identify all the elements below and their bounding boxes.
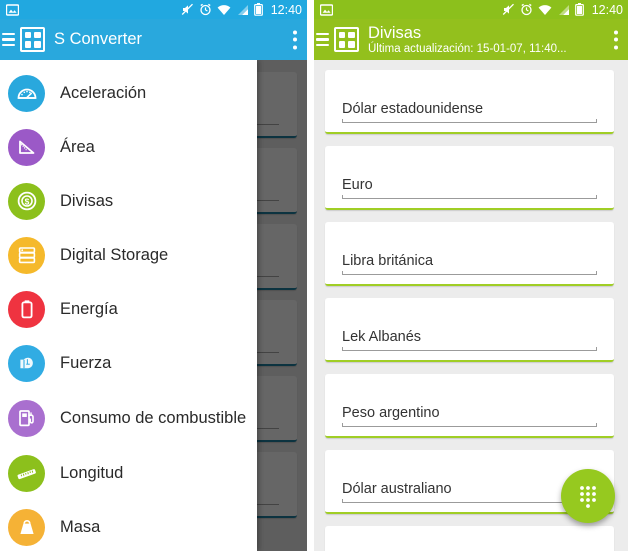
sidebar-item-fuerza[interactable]: Fuerza bbox=[0, 336, 257, 390]
drawer-item-list: Aceleración Área $ Divisas Digital Stora… bbox=[0, 60, 257, 551]
sidebar-item-energia[interactable]: Energía bbox=[0, 282, 257, 336]
sidebar-item-divisas[interactable]: $ Divisas bbox=[0, 174, 257, 228]
left-status-bar: 12:40 bbox=[0, 0, 307, 19]
hamburger-icon[interactable] bbox=[2, 32, 15, 47]
currency-input-wrap[interactable]: Euro bbox=[342, 176, 597, 199]
fuel-pump-icon bbox=[8, 399, 45, 437]
sidebar-item-digital-storage[interactable]: Digital Storage bbox=[0, 228, 257, 282]
alarm-icon bbox=[199, 3, 212, 16]
screenshot-stage: 12:40 S Converter Aceleración Área $ Div… bbox=[0, 0, 628, 551]
sidebar-item-longitud[interactable]: Longitud bbox=[0, 446, 257, 500]
input-underline bbox=[342, 195, 597, 199]
currency-name: Libra británica bbox=[342, 253, 434, 269]
input-underline bbox=[342, 499, 597, 503]
sidebar-item-label: Divisas bbox=[60, 192, 114, 210]
battery-energy-icon bbox=[8, 290, 45, 328]
speedometer-icon bbox=[8, 74, 45, 112]
wifi-icon bbox=[538, 4, 552, 16]
svg-text:$: $ bbox=[24, 197, 29, 207]
left-app-bar: S Converter bbox=[0, 19, 307, 60]
fist-force-icon bbox=[8, 344, 45, 382]
currency-list: Dólar estadounidense Euro Libra británic… bbox=[314, 60, 628, 551]
sidebar-item-label: Longitud bbox=[60, 464, 124, 482]
currency-input-wrap[interactable]: Peso argentino bbox=[342, 404, 597, 427]
right-phone-screen: 12:40 Divisas Última actualización: 15-0… bbox=[314, 0, 628, 551]
hamburger-icon[interactable] bbox=[316, 32, 329, 47]
weight-mass-icon bbox=[8, 508, 45, 546]
right-status-bar: 12:40 bbox=[314, 0, 628, 19]
sidebar-item-masa[interactable]: Masa bbox=[0, 500, 257, 551]
storage-disc-icon bbox=[8, 236, 45, 274]
mute-icon bbox=[502, 3, 515, 16]
keypad-icon bbox=[576, 483, 600, 509]
currency-card[interactable]: Dólar estadounidense bbox=[325, 70, 614, 134]
currency-card[interactable]: Lek Albanés bbox=[325, 298, 614, 362]
battery-icon bbox=[253, 3, 263, 16]
dollar-coin-icon: $ bbox=[8, 182, 45, 220]
grid-logo-icon bbox=[20, 27, 45, 52]
currency-name: Lek Albanés bbox=[342, 329, 422, 345]
left-app-bar-titles: S Converter bbox=[54, 30, 142, 49]
currency-input-wrap[interactable]: Lek Albanés bbox=[342, 328, 597, 351]
last-update-subtitle: Última actualización: 15-01-07, 11:40... bbox=[368, 42, 567, 55]
sidebar-item-label: Digital Storage bbox=[60, 246, 169, 264]
overflow-menu-icon[interactable] bbox=[614, 30, 618, 49]
sidebar-item-label: Energía bbox=[60, 300, 118, 318]
left-status-icons: 12:40 bbox=[181, 3, 302, 17]
page-title: S Converter bbox=[54, 30, 143, 48]
left-status-clock: 12:40 bbox=[270, 2, 302, 17]
currency-name: Dólar australiano bbox=[342, 481, 452, 497]
input-underline bbox=[342, 119, 597, 123]
currency-input-wrap[interactable]: Dólar australiano bbox=[342, 480, 597, 503]
currency-card[interactable]: Peso argentino bbox=[325, 374, 614, 438]
alarm-icon bbox=[520, 3, 533, 16]
signal-icon bbox=[236, 4, 249, 16]
ruler-icon bbox=[8, 454, 45, 492]
page-title: Divisas bbox=[368, 23, 422, 42]
signal-icon bbox=[557, 4, 570, 16]
triangle-area-icon bbox=[8, 128, 45, 166]
image-icon bbox=[319, 3, 334, 16]
currency-name: Euro bbox=[342, 177, 373, 193]
navigation-drawer: Aceleración Área $ Divisas Digital Stora… bbox=[0, 60, 257, 551]
left-content-area: Aceleración Área $ Divisas Digital Stora… bbox=[0, 60, 307, 551]
battery-icon bbox=[574, 3, 584, 16]
right-app-bar: Divisas Última actualización: 15-01-07, … bbox=[314, 19, 628, 60]
currency-card[interactable] bbox=[325, 526, 614, 551]
sidebar-item-label: Masa bbox=[60, 518, 101, 536]
right-status-clock: 12:40 bbox=[591, 2, 623, 17]
input-underline bbox=[342, 423, 597, 427]
grid-logo-icon bbox=[334, 27, 359, 52]
right-status-icons: 12:40 bbox=[502, 3, 623, 17]
keypad-fab-button[interactable] bbox=[561, 469, 615, 523]
currency-input-wrap[interactable]: Libra británica bbox=[342, 252, 597, 275]
left-phone-screen: 12:40 S Converter Aceleración Área $ Div… bbox=[0, 0, 307, 551]
sidebar-item-label: Fuerza bbox=[60, 354, 112, 372]
wifi-icon bbox=[217, 4, 231, 16]
input-underline bbox=[342, 347, 597, 351]
input-underline bbox=[342, 271, 597, 275]
image-icon bbox=[5, 3, 20, 16]
mute-icon bbox=[181, 3, 194, 16]
currency-input-wrap[interactable]: Dólar estadounidense bbox=[342, 100, 597, 123]
right-app-bar-titles: Divisas Última actualización: 15-01-07, … bbox=[368, 24, 567, 56]
currency-name: Dólar estadounidense bbox=[342, 101, 484, 117]
currency-card[interactable]: Euro bbox=[325, 146, 614, 210]
overflow-menu-icon[interactable] bbox=[293, 30, 297, 49]
sidebar-item-label: Área bbox=[60, 138, 95, 156]
currency-name: Peso argentino bbox=[342, 405, 440, 421]
sidebar-item-label: Aceleración bbox=[60, 84, 147, 102]
currency-card[interactable]: Libra británica bbox=[325, 222, 614, 286]
sidebar-item-area[interactable]: Área bbox=[0, 120, 257, 174]
sidebar-item-consumo-combustible[interactable]: Consumo de combustible bbox=[0, 390, 257, 446]
sidebar-item-label: Consumo de combustible bbox=[60, 408, 247, 427]
sidebar-item-aceleracion[interactable]: Aceleración bbox=[0, 66, 257, 120]
